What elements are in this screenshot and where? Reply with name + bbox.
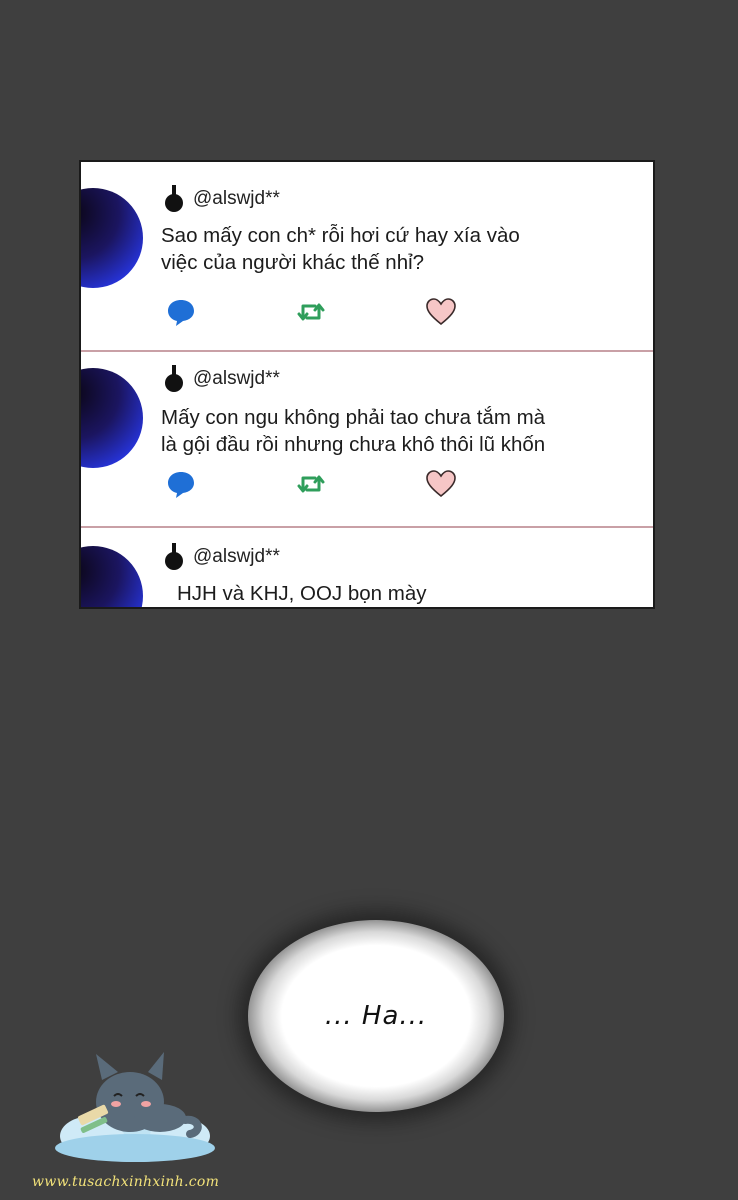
tweet-card: @alswjd** HJH và KHJ, OOJ bọn mày (81, 528, 653, 607)
cat-on-cloud-icon (55, 1052, 215, 1162)
tweet-actions (165, 468, 457, 500)
user-handle[interactable]: @alswjd** (193, 546, 280, 568)
tweet-text: HJH và KHJ, OOJ bọn mày (177, 582, 427, 605)
tweet-header: @alswjd** (163, 364, 280, 394)
user-handle[interactable]: @alswjd** (193, 188, 280, 210)
retweet-icon[interactable] (295, 296, 327, 328)
tweet-actions (165, 296, 457, 328)
avatar (81, 368, 143, 468)
user-handle[interactable]: @alswjd** (193, 368, 280, 390)
watermark-url: www.tusachxinhxinh.com (32, 1174, 220, 1190)
avatar (81, 546, 143, 607)
speech-bubble-icon[interactable] (165, 296, 197, 328)
tweet-header: @alswjd** (163, 542, 280, 572)
tweet-card: @alswjd** Mấy con ngu không phải tao chư… (81, 352, 653, 528)
pin-icon (165, 543, 183, 570)
tweet-header: @alswjd** (163, 184, 280, 214)
tweet-card: @alswjd** Sao mấy con ch* rỗi hơi cứ hay… (81, 162, 653, 352)
tweet-text: Mấy con ngu không phải tao chưa tắm mà l… (161, 406, 546, 456)
avatar (81, 188, 143, 288)
heart-icon[interactable] (425, 296, 457, 328)
heart-icon[interactable] (425, 468, 457, 500)
pin-icon (165, 185, 183, 212)
speech-bubble: ... Ha... (248, 920, 504, 1112)
social-feed-panel: @alswjd** Sao mấy con ch* rỗi hơi cứ hay… (79, 160, 655, 609)
pin-icon (165, 365, 183, 392)
comic-page: @alswjd** Sao mấy con ch* rỗi hơi cứ hay… (0, 0, 738, 1200)
tweet-text: Sao mấy con ch* rỗi hơi cứ hay xía vào v… (161, 224, 520, 274)
retweet-icon[interactable] (295, 468, 327, 500)
speech-bubble-icon[interactable] (165, 468, 197, 500)
speech-bubble-text: ... Ha... (324, 1001, 428, 1031)
watermark-logo (30, 1040, 240, 1190)
